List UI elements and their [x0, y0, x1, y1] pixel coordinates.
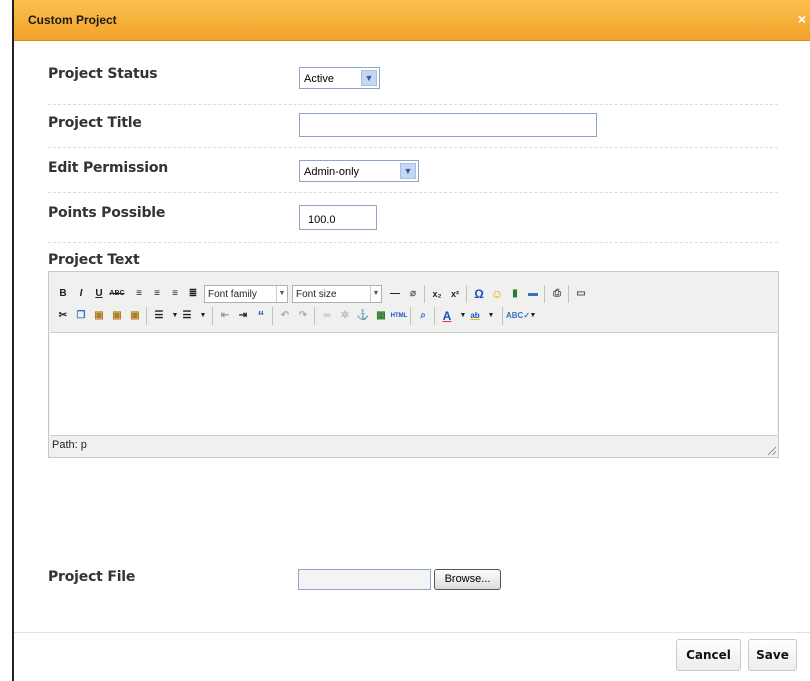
chevron-down-icon[interactable]: ▼: [194, 307, 212, 325]
horizontal-rule-icon[interactable]: —: [386, 285, 404, 303]
cancel-button[interactable]: Cancel: [676, 639, 741, 671]
dialog-titlebar: Custom Project ×: [14, 0, 810, 41]
project-file-input[interactable]: [298, 569, 431, 590]
strikethrough-icon[interactable]: ABC: [108, 285, 126, 303]
redo-icon[interactable]: ↷: [294, 307, 312, 325]
editor-toolbar-row-1: B I U ABC ≡ ≡ ≡ ≣ Font family ▼ Font siz…: [52, 284, 772, 306]
chevron-down-icon: ▼: [400, 163, 416, 179]
toolbar-separator: [212, 307, 213, 325]
points-possible-label: Points Possible: [48, 205, 166, 221]
unlink-icon[interactable]: ✲: [336, 307, 354, 325]
link-icon[interactable]: ∞: [318, 307, 336, 325]
font-size-value: Font size: [296, 289, 337, 300]
html-icon[interactable]: HTML: [390, 307, 408, 325]
pagebreak-icon[interactable]: ▭: [572, 285, 590, 303]
divider: [48, 147, 778, 148]
rich-text-editor: B I U ABC ≡ ≡ ≡ ≣ Font family ▼ Font siz…: [48, 271, 779, 458]
points-possible-value: 100.0: [308, 214, 336, 226]
save-button[interactable]: Save: [748, 639, 797, 671]
edit-permission-value: Admin-only: [304, 166, 360, 178]
close-icon[interactable]: ×: [798, 11, 806, 27]
font-family-select[interactable]: Font family ▼: [204, 285, 288, 303]
dialog-title: Custom Project: [28, 13, 117, 27]
indent-icon[interactable]: ⇥: [234, 307, 252, 325]
spellcheck-icon[interactable]: ABC✓: [506, 307, 530, 325]
divider: [48, 242, 778, 243]
divider: [48, 104, 778, 105]
image-icon[interactable]: ▦: [372, 307, 390, 325]
eraser-icon[interactable]: ⌀: [404, 285, 422, 303]
align-right-icon[interactable]: ≡: [166, 285, 184, 303]
project-file-label: Project File: [48, 569, 136, 585]
project-status-value: Active: [304, 73, 334, 85]
chevron-down-icon: ▼: [370, 286, 381, 302]
project-title-input[interactable]: [299, 113, 597, 137]
resize-grip-icon[interactable]: [767, 446, 776, 455]
edit-permission-select[interactable]: Admin-only ▼: [299, 160, 419, 182]
toolbar-separator: [424, 285, 425, 303]
toolbar-separator: [466, 285, 467, 303]
toolbar-separator: [272, 307, 273, 325]
divider: [48, 192, 778, 193]
toolbar-separator: [502, 307, 503, 325]
special-char-icon[interactable]: Ω: [470, 285, 488, 303]
project-status-label: Project Status: [48, 66, 158, 82]
bold-icon[interactable]: B: [54, 285, 72, 303]
italic-icon[interactable]: I: [72, 285, 90, 303]
toolbar-separator: [434, 307, 435, 325]
chevron-down-icon: ▼: [276, 286, 287, 302]
align-center-icon[interactable]: ≡: [148, 285, 166, 303]
preview-icon[interactable]: ⌕: [414, 307, 432, 325]
underline-icon[interactable]: U: [90, 285, 108, 303]
align-justify-icon[interactable]: ≣: [184, 285, 202, 303]
footer-divider: [14, 632, 810, 633]
project-status-select[interactable]: Active ▼: [299, 67, 380, 89]
chevron-down-icon: ▼: [361, 70, 377, 86]
edit-permission-label: Edit Permission: [48, 160, 169, 176]
align-left-icon[interactable]: ≡: [130, 285, 148, 303]
custom-project-dialog: Custom Project × Project Status Active ▼…: [12, 0, 810, 681]
chevron-down-icon[interactable]: ▼: [482, 307, 500, 325]
print-icon[interactable]: ⎙: [548, 285, 566, 303]
editor-toolbar-row-2: ✂ ❐ ▣ ▣ ▣ ☰ ▼ ☰ ▼ ⇤ ⇥ “ ↶ ↷ ∞ ✲ ⚓ ▦ HTML…: [52, 306, 772, 328]
points-possible-input[interactable]: 100.0: [299, 205, 377, 230]
superscript-icon[interactable]: x²: [446, 285, 464, 303]
hr-icon[interactable]: ▬: [524, 285, 542, 303]
project-title-label: Project Title: [48, 115, 142, 131]
outdent-icon[interactable]: ⇤: [216, 307, 234, 325]
toolbar-separator: [410, 307, 411, 325]
toolbar-separator: [146, 307, 147, 325]
font-family-value: Font family: [208, 289, 257, 300]
project-text-label: Project Text: [48, 252, 140, 268]
undo-icon[interactable]: ↶: [276, 307, 294, 325]
editor-path-status: Path: p: [52, 439, 87, 451]
anchor-icon[interactable]: ⚓: [354, 307, 372, 325]
blockquote-icon[interactable]: “: [252, 307, 270, 325]
copy-icon[interactable]: ❐: [72, 307, 90, 325]
media-icon[interactable]: ▮: [506, 285, 524, 303]
paste-text-icon[interactable]: ▣: [108, 307, 126, 325]
paste-word-icon[interactable]: ▣: [126, 307, 144, 325]
emoticon-icon[interactable]: ☺: [488, 285, 506, 303]
chevron-down-icon[interactable]: ▼: [524, 307, 542, 325]
editor-content-area[interactable]: [50, 332, 777, 436]
cut-icon[interactable]: ✂: [54, 307, 72, 325]
subscript-icon[interactable]: x₂: [428, 285, 446, 303]
toolbar-separator: [544, 285, 545, 303]
browse-button[interactable]: Browse...: [434, 569, 501, 590]
paste-icon[interactable]: ▣: [90, 307, 108, 325]
font-size-select[interactable]: Font size ▼: [292, 285, 382, 303]
toolbar-separator: [314, 307, 315, 325]
toolbar-separator: [568, 285, 569, 303]
